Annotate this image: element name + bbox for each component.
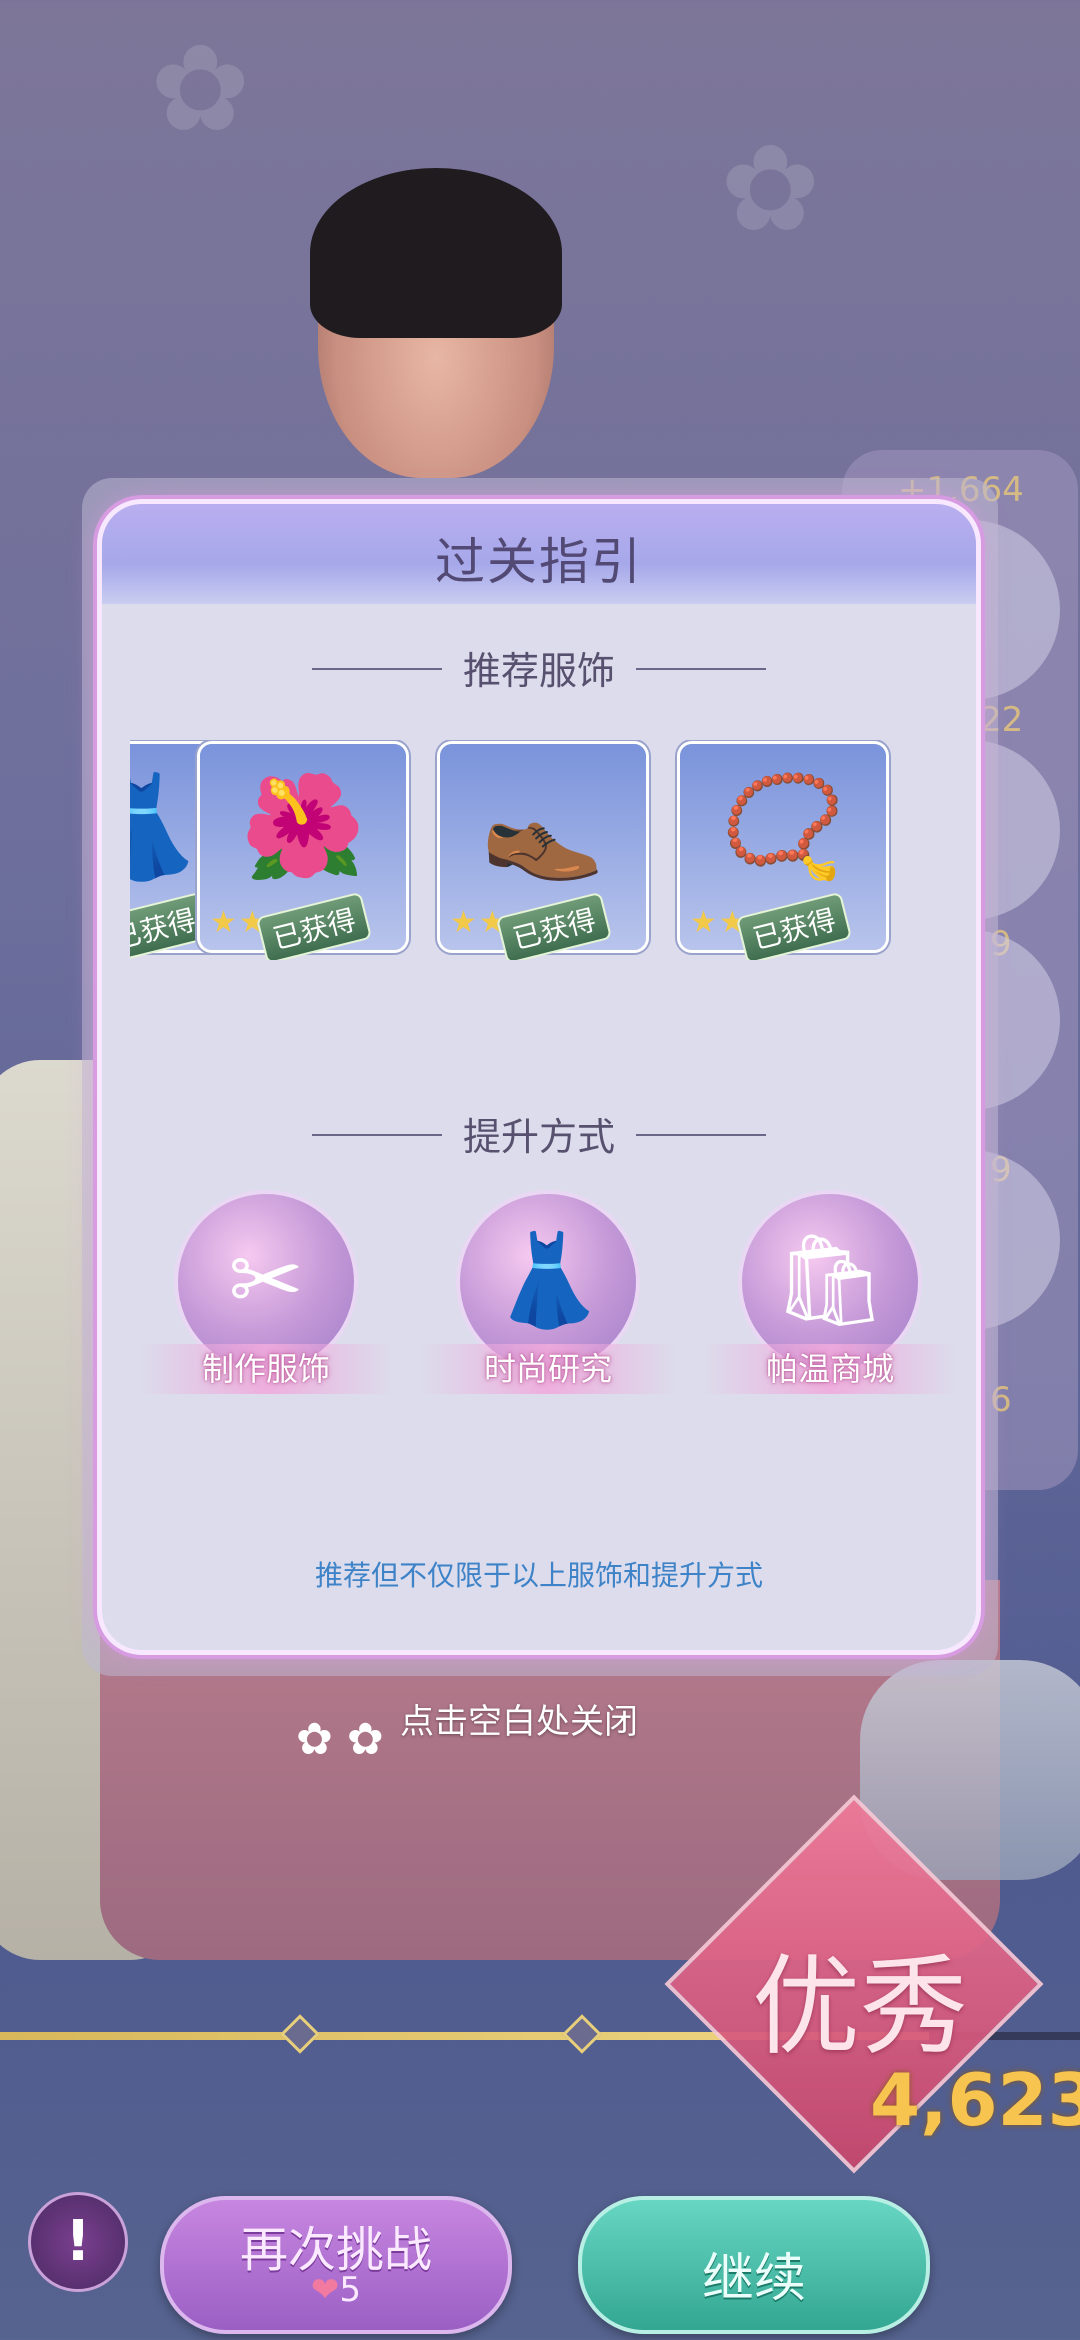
item-card-shoes[interactable]: 👞 ★★★★★ 已获得 <box>440 744 646 960</box>
method-label: 时尚研究 <box>420 1344 676 1394</box>
method-craft-clothing[interactable]: ✂ 制作服饰 <box>138 1194 394 1394</box>
improve-section-title: 提升方式 <box>462 1115 615 1159</box>
improve-section-header: 提升方式 <box>102 1106 976 1161</box>
level-guide-modal: 过关指引 推荐服饰 👗 ★★★★★ 已获得 🌺 ★★★★★ 已获得 👞 ★★★★… <box>102 504 976 1650</box>
background-sakura-decoration: ✿ <box>150 20 251 159</box>
modal-footnote: 推荐但不仅限于以上服饰和提升方式 <box>314 1559 763 1592</box>
continue-button[interactable]: 继续 <box>578 2196 930 2334</box>
acquired-badge: 已获得 <box>255 891 373 960</box>
item-card-hairpin[interactable]: 🌺 ★★★★★ 已获得 <box>200 744 406 960</box>
divider-line <box>636 1133 766 1136</box>
shopping-bag-icon: 🛍 <box>772 1228 888 1333</box>
divider-line <box>636 667 766 670</box>
divider-line <box>312 667 442 670</box>
scissors-icon: ✂ <box>228 1228 304 1333</box>
alert-icon[interactable]: ! <box>28 2192 128 2292</box>
method-fashion-research[interactable]: 👗 时尚研究 <box>420 1194 676 1394</box>
progress-marker <box>280 2014 320 2054</box>
recommended-section-header: 推荐服饰 <box>102 640 976 695</box>
acquired-badge: 已获得 <box>495 891 613 960</box>
total-score: 4,623 <box>870 2058 1080 2142</box>
grade-text: 优秀 <box>751 1945 968 2070</box>
method-label: 帕温商城 <box>702 1344 958 1394</box>
item-card-necklace[interactable]: 📿 ★★★★★ 已获得 <box>680 744 886 960</box>
necklace-icon: 📿 <box>720 768 846 885</box>
method-label: 制作服饰 <box>138 1344 394 1394</box>
recommended-section-title: 推荐服饰 <box>462 649 615 693</box>
method-shop[interactable]: 🛍 帕温商城 <box>702 1194 958 1394</box>
modal-header: 过关指引 <box>102 504 976 604</box>
recommended-items-row[interactable]: 👗 ★★★★★ 已获得 🌺 ★★★★★ 已获得 👞 ★★★★★ 已获得 📿 ★★… <box>130 740 952 960</box>
retry-button[interactable]: 再次挑战 ❤5 <box>160 2196 512 2334</box>
flower-hairpin-icon: 🌺 <box>240 768 366 885</box>
close-hint[interactable]: 点击空白处关闭 <box>400 1694 638 1743</box>
heart-icon: ❤ <box>310 2270 340 2310</box>
retry-cost: ❤5 <box>164 2270 508 2310</box>
continue-label: 继续 <box>701 2249 806 2309</box>
petal-decoration-icon: ✿ ✿ <box>296 1714 384 1765</box>
shoes-icon: 👞 <box>480 768 606 885</box>
progress-marker <box>562 2014 602 2054</box>
acquired-badge: 已获得 <box>735 891 853 960</box>
background-sakura-decoration: ✿ <box>720 120 821 259</box>
dress-form-icon: 👗 <box>491 1228 605 1333</box>
divider-line <box>312 1133 442 1136</box>
retry-cost-value: 5 <box>339 2270 362 2310</box>
character-hair <box>310 168 562 338</box>
modal-title: 过关指引 <box>435 533 643 591</box>
